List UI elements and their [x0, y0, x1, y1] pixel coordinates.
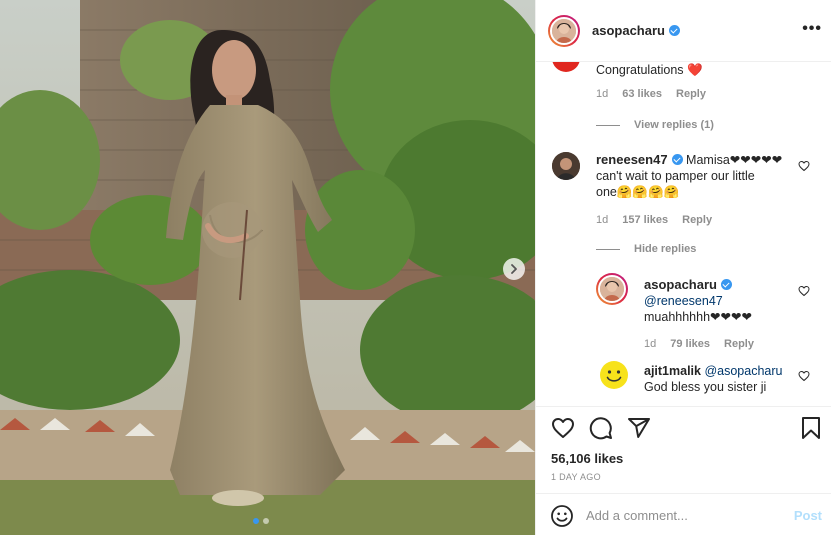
view-replies-label: View replies (1) [634, 119, 714, 131]
action-icon-row [550, 415, 652, 441]
post-actions: 56,106 likes 1 DAY AGO Post [536, 406, 831, 535]
reply-avatar[interactable] [596, 273, 628, 305]
carousel-dot-active [253, 518, 259, 524]
reply-text: muahhhhhh❤❤❤❤ [644, 310, 752, 324]
carousel-indicator [253, 518, 269, 524]
replies-divider [596, 124, 620, 126]
comment-item: reneesen47 Mamisa❤❤❤❤❤ can't wait to pam… [536, 150, 831, 260]
view-replies-button[interactable]: View replies (1) [596, 119, 714, 131]
reply-like-heart-icon[interactable] [798, 285, 810, 297]
comment-meta: 1d 157 likes Reply [596, 214, 712, 226]
reply-username[interactable]: asopacharu [644, 277, 717, 292]
verified-badge-icon [668, 25, 680, 36]
smiley-icon[interactable] [550, 504, 574, 528]
comment-time: 1d [596, 214, 609, 226]
comment-icon [589, 417, 612, 440]
add-comment-bar: Post [536, 493, 831, 535]
comment-text: Mamisa❤❤❤❤❤ [686, 153, 783, 167]
reply-like-count[interactable]: 79 likes [670, 338, 710, 350]
comment-like-count[interactable]: 63 likes [622, 88, 662, 100]
comment-like-heart-icon[interactable] [798, 160, 810, 172]
like-count[interactable]: 56,106 likes [551, 451, 623, 466]
reply-text: God bless you sister ji [644, 380, 767, 394]
post-header: asopacharu ••• [536, 0, 831, 62]
save-button[interactable] [798, 415, 824, 441]
reply-time: 1d [644, 338, 657, 350]
more-options-button[interactable]: ••• [802, 20, 822, 38]
comment-text: Congratulations ❤️ [596, 63, 703, 77]
reply-username[interactable]: ajit1malik [644, 364, 701, 378]
comment-input[interactable] [586, 508, 786, 523]
reply-mention-link[interactable]: @asopacharu [704, 364, 782, 378]
heart-icon [552, 418, 574, 438]
carousel-next-button[interactable] [503, 258, 525, 280]
like-button[interactable] [550, 415, 576, 441]
reply-avatar[interactable] [599, 360, 629, 390]
comment-avatar[interactable] [552, 62, 580, 72]
hide-replies-label: Hide replies [634, 243, 697, 255]
reply-reply-button[interactable]: Reply [724, 338, 754, 350]
verified-badge-icon [671, 154, 683, 165]
comments-list: Congratulations ❤️ 1d 63 likes Reply Vie… [536, 62, 831, 406]
verified-badge-icon [720, 279, 732, 290]
comment-like-count[interactable]: 157 likes [622, 214, 668, 226]
reply-meta: 1d 79 likes Reply [644, 338, 754, 350]
comment-avatar[interactable] [552, 152, 580, 180]
comment-item: Congratulations ❤️ 1d 63 likes Reply Vie… [536, 62, 831, 142]
comment-text: can't wait to pamper our little [596, 169, 755, 183]
comment-reply-button[interactable]: Reply [682, 214, 712, 226]
replies-divider [596, 248, 620, 250]
smiley-avatar-icon [600, 361, 628, 389]
avatar-image [552, 152, 580, 180]
paper-plane-icon [628, 418, 650, 438]
reply-mention-link[interactable]: @reneesen47 [644, 294, 723, 308]
avatar-image [552, 18, 576, 43]
author-avatar[interactable] [548, 14, 580, 47]
post-timestamp[interactable]: 1 DAY AGO [551, 472, 601, 482]
reply-item: ajit1malik @asopacharu God bless you sis… [536, 360, 831, 406]
comment-username[interactable]: reneesen47 [596, 152, 668, 167]
post-photo [0, 0, 535, 535]
post-sidebar: asopacharu ••• Congratulations ❤️ 1d 63 … [535, 0, 831, 535]
comment-button[interactable] [588, 415, 614, 441]
post-comment-button[interactable]: Post [794, 508, 822, 523]
share-button[interactable] [626, 415, 652, 441]
post-image [0, 0, 535, 535]
author-username[interactable]: asopacharu [592, 23, 665, 38]
hide-replies-button[interactable]: Hide replies [596, 243, 696, 255]
comment-reply-button[interactable]: Reply [676, 88, 706, 100]
chevron-right-icon [511, 264, 517, 274]
carousel-dot [263, 518, 269, 524]
bookmark-icon [802, 417, 820, 439]
comment-time: 1d [596, 88, 609, 100]
avatar-image [600, 277, 624, 301]
comment-text: one🤗🤗🤗🤗 [596, 185, 680, 199]
comment-meta: 1d 63 likes Reply [596, 88, 706, 100]
reply-like-heart-icon[interactable] [798, 370, 810, 382]
reply-item: asopacharu @reneesen47 muahhhhhh❤❤❤❤ 1d … [536, 273, 831, 353]
